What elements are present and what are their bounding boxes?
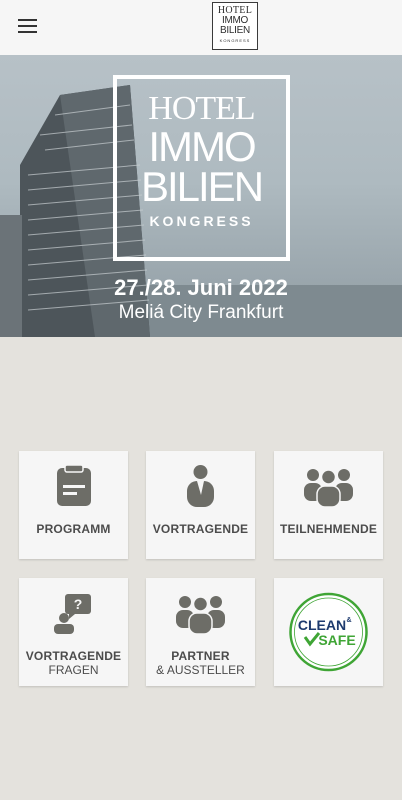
event-date: 27./28. Juni 2022 xyxy=(114,275,288,300)
group-icon xyxy=(304,469,353,507)
hero-logo-line-4: KONGRESS xyxy=(149,213,254,229)
hero-logo-line-1: HOTEL xyxy=(148,90,255,127)
badge-amp-text: & xyxy=(346,617,351,624)
tile-vortragende[interactable]: VORTRAGENDE xyxy=(146,451,255,559)
tile-teilnehmende[interactable]: TEILNEHMENDE xyxy=(274,451,383,559)
clipboard-icon xyxy=(57,465,91,506)
tile-programm[interactable]: PROGRAMM xyxy=(19,451,128,559)
group-icon xyxy=(176,596,225,634)
person-icon xyxy=(187,465,214,507)
tile-label: PROGRAMM xyxy=(36,522,111,536)
hero-logo: HOTEL IMMO BILIEN KONGRESS xyxy=(113,75,290,261)
tile-sublabel: FRAGEN xyxy=(48,663,99,677)
top-app-bar: HOTEL IMMO BILIEN KONGRESS xyxy=(0,0,402,55)
badge-safe-text: SAFE xyxy=(318,632,355,648)
speaker-question-icon: ? xyxy=(54,594,91,634)
logo-line-4: KONGRESS xyxy=(219,38,251,43)
hero-banner: HOTEL IMMO BILIEN KONGRESS 27./28. Juni … xyxy=(0,55,402,337)
event-venue: Meliá City Frankfurt xyxy=(118,302,284,323)
tile-sublabel: & AUSSTELLER xyxy=(156,663,245,677)
badge-clean-text: CLEAN xyxy=(298,617,346,633)
tile-vortragende-fragen[interactable]: ? VORTRAGENDE FRAGEN xyxy=(19,578,128,686)
header-logo: HOTEL IMMO BILIEN KONGRESS xyxy=(212,2,258,50)
hero-logo-line-3: BILIEN xyxy=(140,163,264,210)
logo-line-3: BILIEN xyxy=(220,25,250,36)
tile-label: VORTRAGENDE xyxy=(25,649,122,663)
svg-text:?: ? xyxy=(74,596,83,612)
tile-label: PARTNER xyxy=(171,649,230,663)
tile-label: VORTRAGENDE xyxy=(152,522,249,536)
clean-safe-badge: CLEAN & SAFE xyxy=(289,592,368,672)
tile-label: TEILNEHMENDE xyxy=(279,522,378,536)
tile-clean-safe[interactable]: CLEAN & SAFE xyxy=(274,578,383,686)
hamburger-menu-icon[interactable] xyxy=(18,19,37,35)
tile-partner-aussteller[interactable]: PARTNER & AUSSTELLER xyxy=(146,578,255,686)
hero-logo-line-2: IMMO xyxy=(148,123,256,170)
